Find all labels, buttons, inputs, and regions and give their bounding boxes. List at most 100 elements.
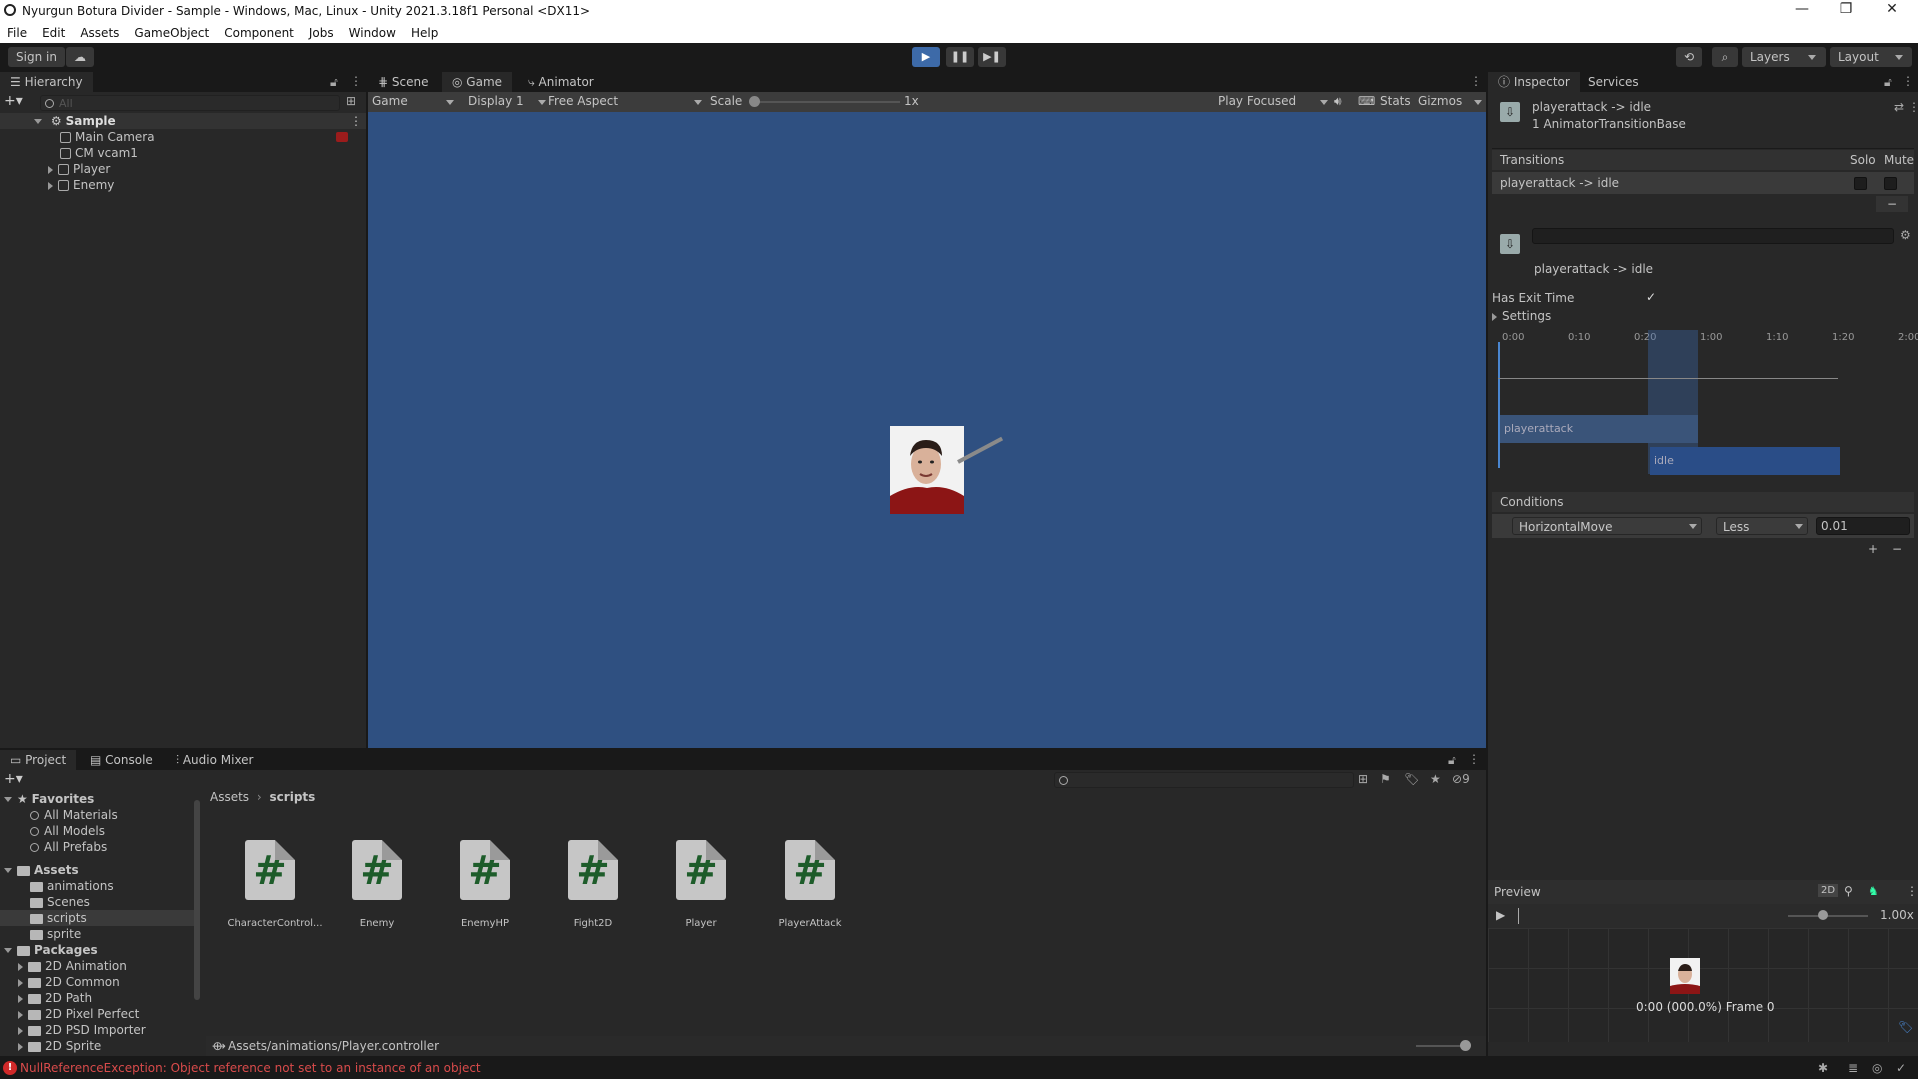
hierarchy-item-main-camera[interactable]: Main Camera [60, 129, 155, 145]
breadcrumb-assets[interactable]: Assets [210, 790, 249, 804]
check-icon[interactable]: ✓ [1896, 1061, 1906, 1075]
breadcrumb-scripts[interactable]: scripts [270, 790, 316, 804]
step-button[interactable]: ▶❚ [978, 47, 1006, 67]
folder-scripts[interactable]: scripts [0, 910, 194, 926]
more-options-icon[interactable]: ⋮ [350, 74, 362, 88]
assets-root[interactable]: Assets [4, 862, 79, 878]
tag-icon[interactable]: 🏷︎ [1898, 1020, 1913, 1034]
minimize-button[interactable]: — [1782, 1, 1822, 17]
hierarchy-item-enemy[interactable]: Enemy [48, 177, 114, 193]
favorite-icon[interactable]: ★ [1430, 772, 1441, 786]
scene-search-icon[interactable]: ⊞ [346, 94, 356, 108]
menu-jobs[interactable]: Jobs [309, 26, 334, 40]
script-asset[interactable]: # Fight2D [538, 840, 648, 940]
favorite-all-prefabs[interactable]: All Prefabs [30, 839, 107, 855]
script-asset[interactable]: # CharacterControl... [220, 840, 330, 940]
project-search-input[interactable] [1054, 772, 1354, 788]
transition-list-item[interactable]: playerattack -> idle [1492, 172, 1914, 194]
menu-window[interactable]: Window [349, 26, 396, 40]
tab-project[interactable]: ▭ Project [0, 750, 77, 770]
package-2d-pixel-perfect[interactable]: 2D Pixel Perfect [18, 1006, 139, 1022]
scene-menu-icon[interactable]: ⋮ [350, 113, 362, 129]
clip-from-bar[interactable]: playerattack [1500, 415, 1698, 443]
package-2d-animation[interactable]: 2D Animation [18, 958, 127, 974]
hidden-packages-icon[interactable]: ⊘9 [1452, 772, 1470, 786]
menu-edit[interactable]: Edit [42, 26, 65, 40]
transition-name-input[interactable] [1532, 228, 1894, 244]
condition-param-dropdown[interactable]: HorizontalMove [1512, 517, 1702, 535]
keyboard-icon[interactable]: ⌨ [1358, 94, 1375, 108]
tab-scene[interactable]: ⋕ Scene [368, 72, 438, 92]
speed-slider-handle[interactable] [1818, 910, 1828, 920]
play-button[interactable]: ▶ [912, 47, 940, 67]
tab-animator[interactable]: ⤷ Animator [518, 72, 604, 92]
layers-dropdown[interactable]: Layers [1742, 47, 1826, 67]
maximize-button[interactable]: ❐ [1826, 1, 1866, 17]
more-options-icon[interactable]: ⋮ [1906, 884, 1918, 898]
remove-condition-button[interactable]: − [1886, 542, 1908, 558]
menu-assets[interactable]: Assets [80, 26, 119, 40]
package-2d-common[interactable]: 2D Common [18, 974, 120, 990]
tab-console[interactable]: ▤ Console [80, 750, 163, 770]
condition-op-dropdown[interactable]: Less [1716, 517, 1808, 535]
settings-foldout[interactable]: Settings [1492, 309, 1551, 323]
icon-size-slider[interactable] [1416, 1045, 1466, 1047]
hierarchy-item-cm-vcam1[interactable]: CM vcam1 [60, 145, 138, 161]
menu-component[interactable]: Component [224, 26, 294, 40]
script-asset[interactable]: # Enemy [322, 840, 432, 940]
folder-sprite[interactable]: sprite [30, 926, 81, 942]
favorites-root[interactable]: ★ Favorites [4, 791, 94, 807]
lock-icon[interactable]: 🔓︎ [330, 75, 338, 90]
add-object-button[interactable]: +▾ [4, 93, 23, 109]
timeline-ruler[interactable]: 0:00 0:10 0:20 1:00 1:10 1:20 2:00 [1498, 330, 1918, 352]
progress-icon[interactable]: ◎ [1872, 1061, 1882, 1075]
hierarchy-search-input[interactable]: All [40, 95, 340, 111]
sign-in-button[interactable]: Sign in [8, 47, 65, 67]
more-options-icon[interactable]: ⋮ [1908, 100, 1918, 114]
tab-hierarchy[interactable]: ☰ Hierarchy [0, 72, 93, 92]
script-asset[interactable]: # PlayerAttack [755, 840, 865, 940]
remove-transition-button[interactable]: − [1876, 196, 1908, 212]
folder-animations[interactable]: animations [30, 878, 114, 894]
packages-root[interactable]: Packages [4, 942, 98, 958]
menu-gameobject[interactable]: GameObject [134, 26, 209, 40]
display-dropdown[interactable]: Display 1 [468, 94, 548, 108]
lock-icon[interactable]: 🔓︎ [1448, 753, 1456, 768]
game-viewport[interactable] [368, 112, 1486, 748]
folder-scenes[interactable]: Scenes [30, 894, 90, 910]
layers-icon[interactable]: ≣ [1848, 1061, 1858, 1075]
package-2d-sprite[interactable]: 2D Sprite [18, 1038, 101, 1054]
more-options-icon[interactable]: ⋮ [1902, 74, 1914, 88]
stats-button[interactable]: Stats [1380, 94, 1411, 108]
more-options-icon[interactable]: ⋮ [1468, 752, 1480, 766]
search-by-label-icon[interactable]: ⚑ [1380, 772, 1391, 786]
expand-icon[interactable] [48, 181, 53, 190]
hierarchy-item-player[interactable]: Player [48, 161, 110, 177]
settings-icon[interactable]: ⇄ [1894, 100, 1904, 114]
preview-2d-button[interactable]: 2D [1818, 884, 1839, 897]
history-icon[interactable]: ⟲ [1676, 47, 1702, 67]
status-error-message[interactable]: NullReferenceException: Object reference… [20, 1061, 481, 1075]
gear-icon[interactable]: ⚙ [1900, 228, 1911, 242]
condition-value-input[interactable]: 0.01 [1816, 517, 1910, 535]
script-asset[interactable]: # Player [646, 840, 756, 940]
scene-row[interactable]: ⚙ Sample ⋮ [0, 113, 366, 129]
menu-help[interactable]: Help [411, 26, 438, 40]
favorite-all-models[interactable]: All Models [30, 823, 105, 839]
tab-audio-mixer[interactable]: ⫶ Audio Mixer [166, 750, 264, 770]
script-asset[interactable]: # EnemyHP [430, 840, 540, 940]
mute-audio-icon[interactable]: 🔊︎ [1334, 94, 1342, 109]
search-icon[interactable]: ⌕ [1712, 47, 1738, 67]
tree-scrollbar[interactable] [194, 800, 200, 1000]
scale-slider[interactable] [750, 101, 900, 103]
avatar-icon[interactable]: ♞ [1868, 884, 1879, 898]
mute-checkbox[interactable] [1884, 177, 1897, 190]
pivot-icon[interactable]: ⚲ [1844, 884, 1853, 898]
favorite-all-materials[interactable]: All Materials [30, 807, 118, 823]
gizmos-dropdown[interactable]: Gizmos [1418, 94, 1482, 108]
playhead[interactable] [1498, 342, 1500, 468]
close-button[interactable]: ✕ [1872, 1, 1912, 17]
preview-scrubber[interactable] [1518, 908, 1519, 924]
icon-size-slider-handle[interactable] [1460, 1040, 1471, 1051]
play-mode-dropdown[interactable]: Play Focused [1218, 94, 1328, 108]
